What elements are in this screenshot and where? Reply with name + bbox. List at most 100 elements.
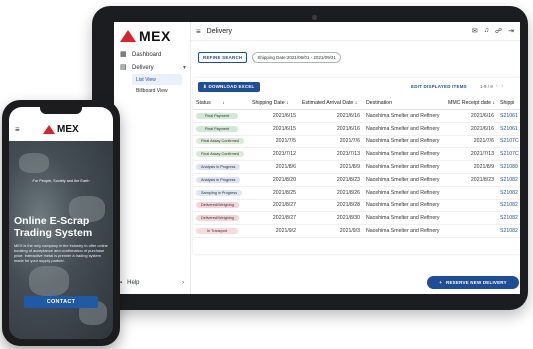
sidebar-item-help[interactable]: ▪ Help › [120, 280, 184, 286]
table-row[interactable]: Analysis in Progress 2021/8/20 2021/8/23 Na… [193, 173, 520, 187]
cell-shipping: 2021/9/2 [249, 224, 299, 238]
table-row[interactable]: Final Payment 2021/6/15 2021/6/16 Naoshima … [193, 109, 520, 123]
status-cell: Sampling in Progress [193, 186, 249, 200]
download-excel-label: DOWNLOAD EXCEL [208, 84, 255, 89]
cell-ship-no[interactable]: S21082 [497, 186, 520, 200]
cell-receipt: 2021/7/13 [445, 147, 497, 162]
column-header-destination[interactable]: Destination [363, 96, 445, 110]
status-cell: Final Payment [193, 109, 249, 123]
status-badge: Final Assay Confirmed [196, 138, 244, 145]
cell-dest: Naoshima Smelter and Refinery [363, 224, 445, 238]
reserve-new-delivery-button[interactable]: + RESERVE NEW DELIVERY [427, 276, 519, 289]
cell-dest: Naoshima Smelter and Refinery [363, 160, 445, 174]
main-content: ≡ Delivery ✉ ♫ ☍ ⇥ REFINE SEARCH Shippin… [191, 22, 520, 294]
status-cell: Delivered/Weighing [193, 199, 249, 213]
contact-button[interactable]: CONTACT [24, 296, 98, 308]
status-badge: Final Payment [196, 125, 238, 132]
cell-dest: Naoshima Smelter and Refinery [363, 135, 445, 149]
table-toolbar: ⬇ DOWNLOAD EXCEL EDIT DISPLAYED ITEMS 1-… [193, 78, 520, 94]
phone-brand-logo[interactable]: MEX [43, 124, 79, 135]
refine-search-button[interactable]: REFINE SEARCH [198, 52, 248, 63]
status-cell: Final Assay Confirmed [193, 147, 249, 162]
column-header-shipping-date[interactable]: Shipping Date ↓ [249, 96, 299, 110]
chevron-right-icon: › [182, 280, 184, 286]
top-actions: ✉ ♫ ☍ ⇥ [472, 27, 514, 35]
status-badge: Final Payment [196, 112, 238, 119]
cell-ship-no[interactable]: S2107C [497, 147, 520, 162]
column-header-estimated-arrival[interactable]: Estimated Arrival Date ↓ [299, 96, 363, 110]
sidebar-subitem-list-view[interactable]: List View [132, 74, 182, 85]
edit-displayed-items-link[interactable]: EDIT DISPLAYED ITEMS [411, 84, 467, 89]
hero-texture [29, 266, 69, 296]
phone-brand-name: MEX [57, 124, 79, 135]
cell-shipping: 2021/8/6 [249, 160, 299, 174]
cell-ship-no[interactable]: S21082 [497, 211, 520, 226]
plus-icon: + [439, 280, 443, 285]
tablet-camera [312, 15, 317, 20]
menu-icon[interactable]: ≡ [196, 27, 201, 36]
chevron-down-icon: ▾ [182, 65, 186, 71]
logo-mark-icon [120, 30, 136, 42]
sidebar-item-dashboard[interactable]: ▦ Dashboard [120, 48, 190, 61]
table-row[interactable]: In Transport 2021/9/2 2021/9/3 Naoshima Sme… [193, 224, 520, 238]
chevron-right-icon[interactable]: › [502, 83, 508, 89]
phone-title-line: Online E-Scrap [14, 215, 90, 227]
status-cell: Final Payment [193, 122, 249, 136]
cell-dest: Naoshima Smelter and Refinery [363, 122, 445, 136]
sidebar-subitem-billboard-view[interactable]: Billboard View [132, 85, 190, 96]
sort-arrow-icon: ↓ [286, 99, 289, 106]
column-header-shipping-no[interactable]: Shippi [497, 96, 520, 110]
cell-shipping: 2021/6/15 [249, 122, 299, 136]
cell-arrival: 2021/6/16 [299, 122, 363, 136]
filter-chip[interactable]: Shipping Date:2021/06/01 - 2021/09/31 [252, 52, 341, 63]
status-badge: In Transport [196, 228, 238, 235]
cell-ship-no[interactable]: S21061 [497, 122, 520, 136]
cell-ship-no[interactable]: S2107C [497, 135, 520, 149]
download-excel-button[interactable]: ⬇ DOWNLOAD EXCEL [198, 82, 260, 92]
menu-icon[interactable]: ≡ [15, 125, 20, 134]
cell-arrival: 2021/8/9 [299, 160, 363, 174]
cell-dest: Naoshima Smelter and Refinery [363, 186, 445, 200]
cell-ship-no[interactable]: S21082 [497, 199, 520, 213]
status-cell: In Transport [193, 224, 249, 238]
brand-logo[interactable]: MEX [120, 28, 171, 44]
pager-arrows: ‹› [496, 83, 507, 89]
cell-shipping: 2021/8/25 [249, 186, 299, 200]
table-row[interactable]: Final Assay Confirmed 2021/7/5 2021/7/6 Nao… [193, 135, 520, 149]
download-icon: ⬇ [203, 84, 207, 89]
cell-dest: Naoshima Smelter and Refinery [363, 211, 445, 226]
cell-receipt: 2021/7/6 [445, 135, 497, 149]
phone-title-line: Trading System [14, 227, 93, 239]
table-row[interactable]: Analysis in Progress 2021/8/6 2021/8/9 Naos… [193, 160, 520, 174]
delivery-table-card: ⬇ DOWNLOAD EXCEL EDIT DISPLAYED ITEMS 1-… [193, 78, 520, 254]
phone-hero: For People, Society and the Earth Online… [9, 141, 113, 339]
cell-arrival: 2021/8/26 [299, 186, 363, 200]
table-row[interactable]: Delivered/Weighing 2021/8/27 2021/8/30 Naos… [193, 211, 520, 226]
sidebar-item-label: Help [127, 280, 140, 286]
cell-shipping: 2021/8/27 [249, 199, 299, 213]
users-icon[interactable]: ☍ [495, 27, 502, 35]
cell-ship-no[interactable]: S21082 [497, 224, 520, 238]
phone-title: Online E-Scrap Trading System [14, 215, 92, 239]
sidebar-item-delivery[interactable]: ▤ Delivery ▾ [120, 61, 190, 74]
cell-dest: Naoshima Smelter and Refinery [363, 173, 445, 187]
logout-icon[interactable]: ⇥ [508, 27, 514, 35]
cell-shipping: 2021/6/15 [249, 109, 299, 123]
table-row[interactable]: Final Assay Confirmed 2021/7/12 2021/7/13 N… [193, 147, 520, 162]
cell-ship-no[interactable]: S21082 [497, 173, 520, 187]
cell-receipt [445, 224, 497, 238]
phone-device: ≡ MEX For People, Society and the Earth … [2, 100, 120, 346]
cell-ship-no[interactable]: S21080 [497, 160, 520, 174]
column-header-status[interactable]: Status ↓ [193, 96, 249, 110]
hero-texture [19, 153, 49, 173]
status-cell: Analysis in Progress [193, 160, 249, 174]
table-row[interactable]: Delivered/Weighing 2021/8/27 2021/8/28 Naos… [193, 199, 520, 213]
cell-ship-no[interactable]: S21061 [497, 109, 520, 123]
table-row[interactable]: Final Payment 2021/6/15 2021/6/16 Naoshima … [193, 122, 520, 136]
table-row[interactable]: Sampling in Progress 2021/8/25 2021/8/26 Na… [193, 186, 520, 200]
mail-icon[interactable]: ✉ [472, 27, 478, 35]
status-badge: Analysis in Progress [196, 164, 241, 171]
bell-icon[interactable]: ♫ [484, 27, 489, 35]
column-header-receipt-date[interactable]: MMC Receipt date ↓ [445, 96, 497, 110]
cell-dest: Naoshima Smelter and Refinery [363, 109, 445, 123]
